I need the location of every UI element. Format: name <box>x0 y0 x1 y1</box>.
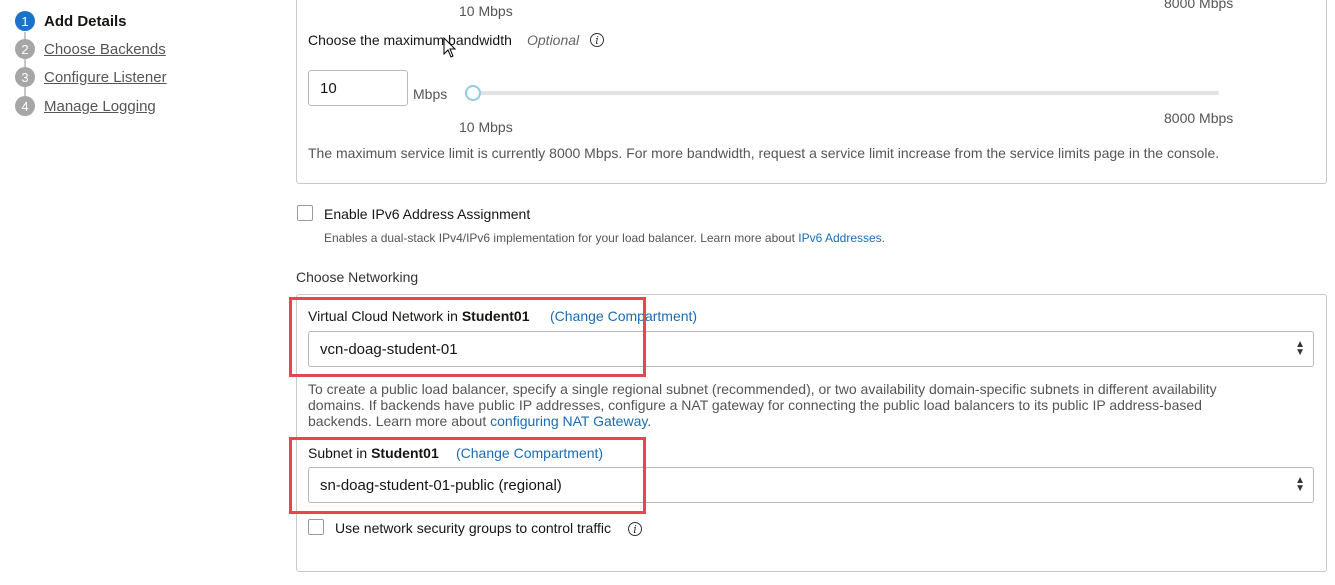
slider-max-label: 8000 Mbps <box>1164 110 1234 126</box>
step-label: Configure Listener <box>44 68 167 86</box>
choose-networking-heading: Choose Networking <box>296 269 419 285</box>
nsg-checkbox[interactable] <box>308 519 324 535</box>
subnet-help-suffix: . <box>647 413 652 429</box>
bandwidth-slider-track[interactable] <box>470 91 1219 95</box>
vcn-highlight-box <box>289 297 646 377</box>
subnet-help-line-3: backends. Learn more about configuring N… <box>308 413 651 429</box>
step-number: 3 <box>15 67 35 87</box>
step-number: 2 <box>15 39 35 59</box>
subnet-highlight-box <box>289 437 646 514</box>
bandwidth-unit-label: Mbps <box>413 86 448 102</box>
nsg-label: Use network security groups to control t… <box>335 520 611 536</box>
bandwidth-slider-thumb[interactable] <box>465 85 481 101</box>
optional-label: Optional <box>527 32 580 48</box>
ipv6-help-suffix: . <box>881 231 886 245</box>
info-icon[interactable]: i <box>590 33 604 47</box>
mouse-cursor-icon <box>443 37 457 58</box>
wizard-step-add-details[interactable]: 1 Add Details <box>15 10 127 32</box>
slider-min-label: 10 Mbps <box>459 119 513 135</box>
ipv6-help: Enables a dual-stack IPv4/IPv6 implement… <box>324 231 885 245</box>
step-label: Manage Logging <box>44 97 156 115</box>
nat-gateway-link[interactable]: configuring NAT Gateway <box>490 413 647 429</box>
service-limit-note: The maximum service limit is currently 8… <box>308 145 1220 161</box>
ipv6-addresses-link[interactable]: IPv6 Addresses <box>798 231 881 245</box>
ipv6-label: Enable IPv6 Address Assignment <box>324 206 531 222</box>
wizard-step-choose-backends[interactable]: 2 Choose Backends <box>15 38 166 60</box>
step-number: 1 <box>15 11 35 31</box>
updown-chevron-icon: ▲ ▼ <box>1295 339 1305 358</box>
wizard-step-configure-listener[interactable]: 3 Configure Listener <box>15 66 167 88</box>
info-icon[interactable]: i <box>628 522 642 536</box>
updown-chevron-icon: ▲ ▼ <box>1295 475 1305 494</box>
prev-slider-min-label: 10 Mbps <box>459 3 513 19</box>
subnet-help-line-1: To create a public load balancer, specif… <box>308 381 1217 397</box>
step-label: Add Details <box>44 12 127 30</box>
subnet-help-line-2: domains. If backends have public IP addr… <box>308 397 1202 413</box>
wizard-step-manage-logging[interactable]: 4 Manage Logging <box>15 95 156 117</box>
max-bandwidth-heading: Choose the maximum bandwidth <box>308 32 512 48</box>
max-bandwidth-input[interactable]: 10 <box>308 70 408 106</box>
step-number: 4 <box>15 96 35 116</box>
subnet-help-text: backends. Learn more about <box>308 413 491 429</box>
step-label: Choose Backends <box>44 40 166 58</box>
ipv6-checkbox[interactable] <box>297 205 313 221</box>
max-bandwidth-value: 10 <box>320 79 337 97</box>
prev-slider-max-label: 8000 Mbps <box>1164 0 1234 11</box>
ipv6-help-text: Enables a dual-stack IPv4/IPv6 implement… <box>324 231 799 245</box>
